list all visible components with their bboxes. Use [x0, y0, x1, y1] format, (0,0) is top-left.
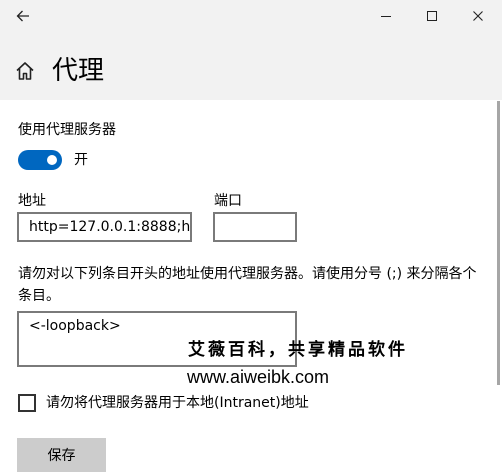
bypass-local-checkbox[interactable] [18, 394, 36, 412]
toggle-state-label: 开 [74, 152, 88, 168]
exceptions-description: 请勿对以下列条目开头的地址使用代理服务器。请使用分号 (;) 来分隔各个条目。 [18, 266, 477, 304]
scrollbar[interactable] [497, 101, 500, 385]
arrow-left-icon [16, 10, 29, 22]
bypass-local-label: 请勿将代理服务器用于本地(Intranet)地址 [46, 395, 309, 411]
watermark-url: www.aiweibk.com [187, 367, 330, 387]
home-icon[interactable] [14, 60, 36, 82]
maximize-button[interactable] [409, 0, 455, 32]
close-icon [473, 11, 483, 21]
page-title: 代理 [52, 56, 105, 86]
watermark-text: 艾薇百科，共享精品软件 [188, 340, 408, 360]
port-label: 端口 [214, 193, 242, 209]
toggle-knob [47, 155, 57, 165]
minimize-icon [381, 16, 391, 17]
close-button[interactable] [455, 0, 501, 32]
use-proxy-toggle[interactable] [18, 150, 62, 170]
port-input[interactable] [213, 212, 297, 242]
maximize-icon [427, 11, 437, 21]
back-button[interactable] [0, 0, 46, 32]
use-proxy-label: 使用代理服务器 [18, 122, 116, 138]
minimize-button[interactable] [363, 0, 409, 32]
save-button[interactable]: 保存 [17, 438, 106, 472]
address-label: 地址 [18, 193, 46, 209]
address-input[interactable]: http=127.0.0.1:8888;http [17, 212, 192, 242]
